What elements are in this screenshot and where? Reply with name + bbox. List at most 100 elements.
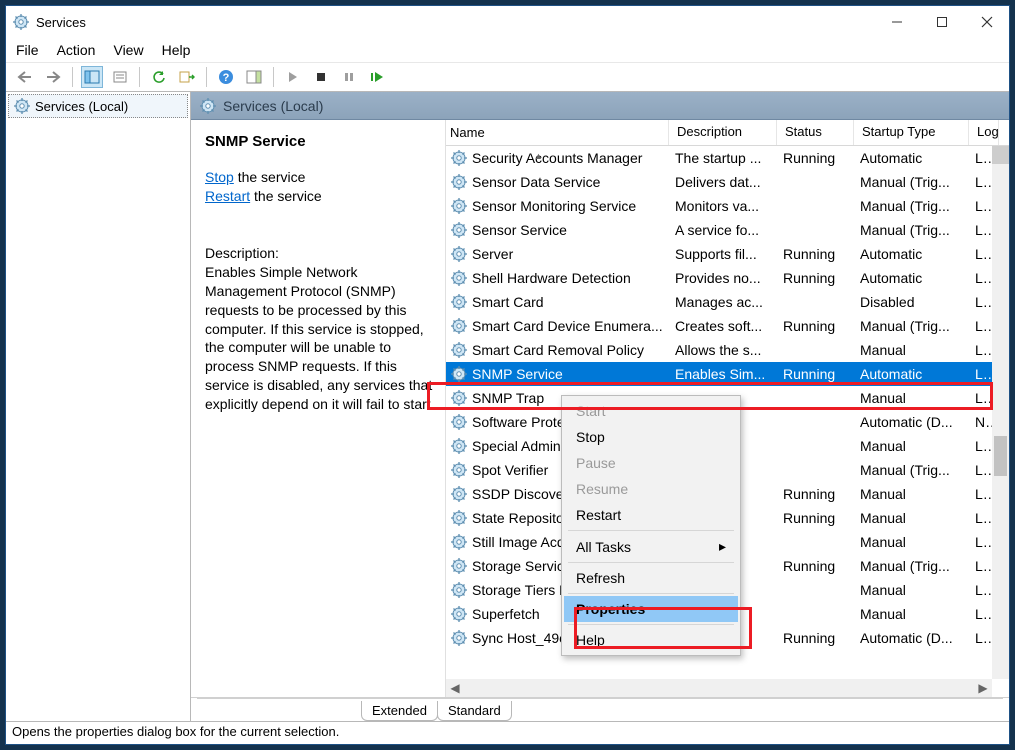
show-hide-console-tree-button[interactable] bbox=[81, 66, 103, 88]
service-row[interactable]: ServerSupports fil...RunningAutomaticLoc bbox=[446, 242, 1009, 266]
help-button[interactable]: ? bbox=[215, 66, 237, 88]
service-name: Smart Card bbox=[472, 294, 544, 310]
forward-button[interactable] bbox=[42, 66, 64, 88]
service-status: Running bbox=[777, 510, 854, 526]
ctx-all-tasks[interactable]: All Tasks▸ bbox=[564, 533, 738, 560]
service-name: Sensor Data Service bbox=[472, 174, 600, 190]
maximize-button[interactable] bbox=[919, 6, 964, 38]
service-name: Smart Card Device Enumera... bbox=[472, 318, 663, 334]
statusbar: Opens the properties dialog box for the … bbox=[6, 722, 1009, 744]
description-label: Description: bbox=[205, 244, 435, 263]
tab-standard[interactable]: Standard bbox=[437, 701, 512, 721]
service-row[interactable]: Security Accounts ManagerThe startup ...… bbox=[446, 146, 1009, 170]
sort-ascending-icon: ▲ bbox=[534, 151, 543, 161]
service-row[interactable]: Shell Hardware DetectionProvides no...Ru… bbox=[446, 266, 1009, 290]
service-startup-type: Manual (Trig... bbox=[854, 462, 969, 478]
col-header-status[interactable]: Status bbox=[777, 120, 854, 145]
menu-file[interactable]: File bbox=[16, 42, 39, 58]
ctx-resume: Resume bbox=[564, 476, 738, 502]
col-header-name[interactable]: Name bbox=[446, 120, 669, 145]
gear-icon bbox=[450, 173, 468, 191]
col-header-description[interactable]: Description bbox=[669, 120, 777, 145]
service-status: Running bbox=[777, 366, 854, 382]
minimize-button[interactable] bbox=[874, 6, 919, 38]
service-name: Special Administ bbox=[472, 438, 575, 454]
service-status: Running bbox=[777, 150, 854, 166]
ctx-help[interactable]: Help bbox=[564, 627, 738, 653]
menu-action[interactable]: Action bbox=[57, 42, 96, 58]
service-row[interactable]: Smart Card Device Enumera...Creates soft… bbox=[446, 314, 1009, 338]
service-description: Provides no... bbox=[669, 270, 777, 286]
nav-pane: Services (Local) bbox=[6, 92, 191, 721]
export-list-button[interactable] bbox=[176, 66, 198, 88]
service-row[interactable]: Sensor ServiceA service fo...Manual (Tri… bbox=[446, 218, 1009, 242]
service-row[interactable]: Sensor Monitoring ServiceMonitors va...M… bbox=[446, 194, 1009, 218]
services-window: Services File Action View Help ? bbox=[5, 5, 1010, 745]
service-name: Storage Tiers M bbox=[472, 582, 571, 598]
service-row[interactable]: Smart CardManages ac...DisabledLoc bbox=[446, 290, 1009, 314]
titlebar[interactable]: Services bbox=[6, 6, 1009, 38]
start-service-button[interactable] bbox=[282, 66, 304, 88]
back-button[interactable] bbox=[14, 66, 36, 88]
col-header-logon[interactable]: Log bbox=[969, 120, 999, 145]
service-description: Supports fil... bbox=[669, 246, 777, 262]
service-name: Server bbox=[472, 246, 513, 262]
ctx-pause: Pause bbox=[564, 450, 738, 476]
service-row[interactable]: Smart Card Removal Policy Allows the s...… bbox=[446, 338, 1009, 362]
refresh-button[interactable] bbox=[148, 66, 170, 88]
service-startup-type: Manual (Trig... bbox=[854, 558, 969, 574]
service-status: Running bbox=[777, 486, 854, 502]
vertical-scrollbar[interactable] bbox=[992, 146, 1009, 679]
horizontal-scrollbar[interactable]: ◀ ▶ bbox=[446, 679, 992, 697]
stop-service-button[interactable] bbox=[310, 66, 332, 88]
ctx-restart[interactable]: Restart bbox=[564, 502, 738, 528]
service-name: Software Protect bbox=[472, 414, 576, 430]
pause-service-button[interactable] bbox=[338, 66, 360, 88]
ctx-refresh[interactable]: Refresh bbox=[564, 565, 738, 591]
menu-help[interactable]: Help bbox=[162, 42, 191, 58]
gear-icon bbox=[450, 485, 468, 503]
description-text: Enables Simple Network Management Protoc… bbox=[205, 263, 435, 414]
stop-service-link[interactable]: Stop bbox=[205, 169, 234, 185]
service-startup-type: Automatic bbox=[854, 270, 969, 286]
service-description: Allows the s... bbox=[669, 342, 777, 358]
service-startup-type: Manual bbox=[854, 342, 969, 358]
gear-icon bbox=[450, 509, 468, 527]
gear-icon bbox=[450, 245, 468, 263]
ctx-start: Start bbox=[564, 398, 738, 424]
service-startup-type: Manual bbox=[854, 534, 969, 550]
nav-tree-item-services-local[interactable]: Services (Local) bbox=[8, 94, 188, 118]
service-startup-type: Manual bbox=[854, 606, 969, 622]
restart-service-button[interactable] bbox=[366, 66, 388, 88]
gear-icon bbox=[450, 221, 468, 239]
scroll-left-icon[interactable]: ◀ bbox=[446, 679, 464, 697]
detail-pane: SNMP Service Stop the service Restart th… bbox=[191, 120, 446, 697]
service-startup-type: Manual bbox=[854, 582, 969, 598]
service-description: The startup ... bbox=[669, 150, 777, 166]
col-header-startup-type[interactable]: Startup Type bbox=[854, 120, 969, 145]
service-startup-type: Automatic (D... bbox=[854, 414, 969, 430]
properties-button[interactable] bbox=[109, 66, 131, 88]
service-name: SNMP Service bbox=[472, 366, 563, 382]
ctx-properties[interactable]: Properties bbox=[564, 596, 738, 622]
restart-service-link[interactable]: Restart bbox=[205, 188, 250, 204]
service-description: Manages ac... bbox=[669, 294, 777, 310]
action-pane-button[interactable] bbox=[243, 66, 265, 88]
gear-icon bbox=[450, 317, 468, 335]
gear-icon bbox=[450, 365, 468, 383]
service-name: Shell Hardware Detection bbox=[472, 270, 631, 286]
gear-icon bbox=[450, 269, 468, 287]
service-name: Smart Card Removal Policy bbox=[472, 342, 644, 358]
service-name: State Repository bbox=[472, 510, 576, 526]
menu-view[interactable]: View bbox=[113, 42, 143, 58]
service-row[interactable]: Sensor Data ServiceDelivers dat...Manual… bbox=[446, 170, 1009, 194]
service-status: Running bbox=[777, 318, 854, 334]
close-button[interactable] bbox=[964, 6, 1009, 38]
tab-extended[interactable]: Extended bbox=[361, 701, 438, 721]
service-startup-type: Automatic (D... bbox=[854, 630, 969, 646]
service-startup-type: Automatic bbox=[854, 150, 969, 166]
scroll-right-icon[interactable]: ▶ bbox=[974, 679, 992, 697]
service-startup-type: Automatic bbox=[854, 366, 969, 382]
service-row[interactable]: SNMP ServiceEnables Sim...RunningAutomat… bbox=[446, 362, 1009, 386]
ctx-stop[interactable]: Stop bbox=[564, 424, 738, 450]
